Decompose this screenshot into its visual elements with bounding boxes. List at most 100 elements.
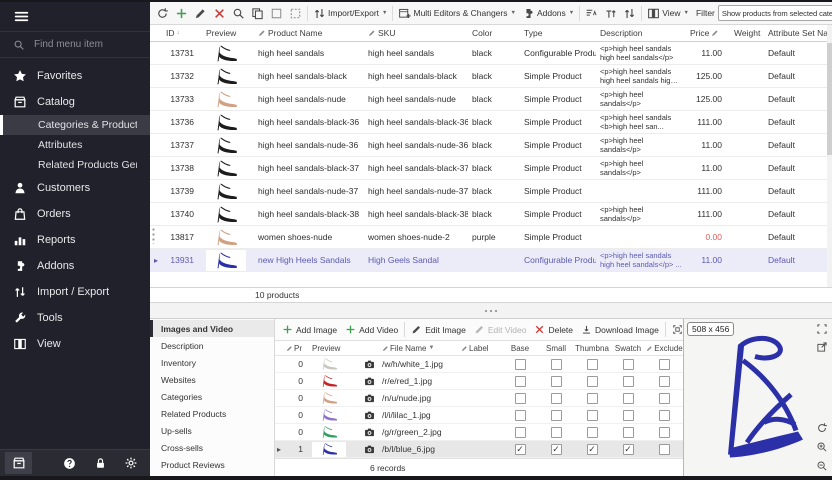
column-header-price[interactable]: Price [686, 25, 730, 41]
checkbox-small[interactable] [551, 393, 562, 404]
tab-description[interactable]: Description [150, 337, 274, 354]
category-filter-select[interactable]: Show products from selected categories▼ [718, 5, 832, 21]
add-video-button[interactable]: Add Video [341, 324, 402, 335]
open-external-icon[interactable] [816, 341, 828, 353]
grid-scrollbar[interactable] [827, 25, 832, 287]
image-column-header-small[interactable]: Small [538, 341, 574, 355]
checkbox-small[interactable]: ✓ [551, 444, 562, 455]
image-column-header-file-name[interactable]: File Name▼ [379, 341, 458, 355]
view-menu[interactable]: View▼ [644, 3, 692, 23]
checkbox-swatch[interactable] [623, 410, 634, 421]
column-header-weight[interactable]: Weight [730, 25, 764, 41]
checkbox-small[interactable] [551, 410, 562, 421]
product-row-13738[interactable]: 13738high heel sandals-black-37high heel… [150, 157, 832, 180]
checkbox-base[interactable] [515, 359, 526, 370]
menu-toggle-button[interactable] [0, 2, 150, 31]
checkbox-thumbnail[interactable]: ✓ [587, 444, 598, 455]
image-column-header-label[interactable]: Label [458, 341, 502, 355]
tab-product-reviews[interactable]: Product Reviews [150, 456, 274, 473]
edit-product-icon[interactable] [191, 3, 210, 23]
addons-menu[interactable]: Addons▼ [519, 3, 577, 23]
column-header-attribute-set-name[interactable]: Attribute Set Name [764, 25, 827, 41]
product-row-13732[interactable]: 13732high heel sandals-blackhigh heel sa… [150, 65, 832, 88]
sidebar-item-import-export[interactable]: Import / Export [0, 279, 150, 305]
tab-cross-sells[interactable]: Cross-sells [150, 439, 274, 456]
set-resize-rule-button[interactable]: Set Resize Rule [668, 324, 683, 335]
product-row-13931[interactable]: ▸13931new High Heels SandalsHigh Geels S… [150, 249, 832, 272]
add-product-icon[interactable] [172, 3, 191, 23]
tab-inventory[interactable]: Inventory [150, 354, 274, 371]
sidebar-item-addons[interactable]: Addons [0, 253, 150, 279]
checkbox-thumbnail[interactable] [587, 410, 598, 421]
help-icon[interactable] [57, 457, 81, 470]
product-row-13817[interactable]: 13817women shoes-nudewomen shoes-nude-2p… [150, 226, 832, 249]
edit-video-button[interactable]: Edit Video [470, 324, 531, 335]
checkbox-exclude[interactable] [659, 359, 670, 370]
product-row-13736[interactable]: 13736high heel sandals-black-36high heel… [150, 111, 832, 134]
image-row-w-h-white-1-jpg[interactable]: 0/w/h/white_1.jpg [275, 356, 683, 373]
lock-icon[interactable] [88, 457, 112, 470]
zoom-in-icon[interactable] [816, 441, 828, 453]
download-image-button[interactable]: Download Image [577, 324, 663, 335]
checkbox-thumbnail[interactable] [587, 376, 598, 387]
sidebar-item-attributes[interactable]: Attributes [0, 135, 150, 155]
product-row-13731[interactable]: 13731high heel sandalshigh heel sandalsb… [150, 42, 832, 65]
sort-az-icon[interactable] [582, 3, 601, 23]
column-header-product-name[interactable]: Product Name [254, 25, 364, 41]
image-column-header-preview[interactable]: Preview [309, 341, 361, 355]
column-header-indicator[interactable] [150, 25, 162, 41]
image-column-header-ind[interactable] [275, 341, 283, 355]
sidebar-item-customers[interactable]: Customers [0, 175, 150, 201]
fit-screen-icon[interactable] [816, 323, 828, 335]
swap-vertical-icon[interactable] [620, 3, 639, 23]
column-header-id[interactable]: ID↓ [162, 25, 202, 41]
image-column-header-exclude[interactable]: Exclude [646, 341, 683, 355]
checkbox-base[interactable] [515, 376, 526, 387]
tab-related-products[interactable]: Related Products [150, 405, 274, 422]
image-row-g-r-green-2-jpg[interactable]: 0/g/r/green_2.jpg [275, 424, 683, 441]
checkbox-swatch[interactable] [623, 427, 634, 438]
column-header-type[interactable]: Type [520, 25, 596, 41]
left-splitter-handle[interactable] [151, 227, 156, 244]
sidebar-item-tools[interactable]: Tools [0, 305, 150, 331]
tab-categories[interactable]: Categories [150, 388, 274, 405]
image-column-header-swatch[interactable]: Swatch [610, 341, 646, 355]
tab-up-sells[interactable]: Up-sells [150, 422, 274, 439]
sidebar-item-reports[interactable]: Reports [0, 227, 150, 253]
sidebar-item-orders[interactable]: Orders [0, 201, 150, 227]
product-row-13739[interactable]: 13739high heel sandals-nude-37high heel … [150, 180, 832, 203]
image-row-b-l-blue-6-jpg[interactable]: ▸1/b/l/blue_6.jpg✓✓✓✓ [275, 441, 683, 458]
checkbox-thumbnail[interactable] [587, 427, 598, 438]
copy-icon[interactable] [248, 3, 267, 23]
add-image-button[interactable]: Add Image [278, 324, 341, 335]
product-row-13737[interactable]: 13737high heel sandals-nude-36high heel … [150, 134, 832, 157]
image-column-header-thumbna[interactable]: Thumbna [574, 341, 610, 355]
sidebar-item-categories-products[interactable]: Categories & Products [0, 115, 150, 135]
store-catalog-icon[interactable] [5, 452, 32, 474]
edit-image-button[interactable]: Edit Image [407, 324, 470, 335]
checkbox-exclude[interactable] [659, 410, 670, 421]
multi-editors-menu[interactable]: Multi Editors & Changers▼ [395, 3, 518, 23]
checkbox-small[interactable] [551, 376, 562, 387]
tab-images-and-video[interactable]: Images and Video [150, 320, 274, 337]
column-header-description[interactable]: Description [596, 25, 686, 41]
sidebar-item-related-products-generator[interactable]: Related Products Generator [0, 155, 150, 175]
checkbox-base[interactable] [515, 393, 526, 404]
column-header-preview[interactable]: Preview [202, 25, 254, 41]
product-row-13740[interactable]: 13740high heel sandals-black-38high heel… [150, 203, 832, 226]
select-cells-icon[interactable] [267, 3, 286, 23]
zoom-out-icon[interactable] [816, 460, 828, 472]
product-row-13733[interactable]: 13733high heel sandals-nudehigh heel san… [150, 88, 832, 111]
checkbox-exclude[interactable] [659, 376, 670, 387]
import-export-menu[interactable]: Import/Export▼ [310, 3, 390, 23]
sidebar-item-catalog[interactable]: Catalog [0, 89, 150, 115]
refresh-icon[interactable] [153, 3, 172, 23]
checkbox-base[interactable] [515, 410, 526, 421]
delete-image-button[interactable]: Delete [530, 324, 577, 335]
checkbox-base[interactable]: ✓ [515, 444, 526, 455]
grid-scrollbar-thumb[interactable] [827, 43, 832, 155]
checkbox-thumbnail[interactable] [587, 393, 598, 404]
image-row-l-i-lilac-1-jpg[interactable]: 0/l/i/lilac_1.jpg [275, 407, 683, 424]
image-row-n-u-nude-jpg[interactable]: 0/n/u/nude.jpg [275, 390, 683, 407]
checkbox-small[interactable] [551, 427, 562, 438]
